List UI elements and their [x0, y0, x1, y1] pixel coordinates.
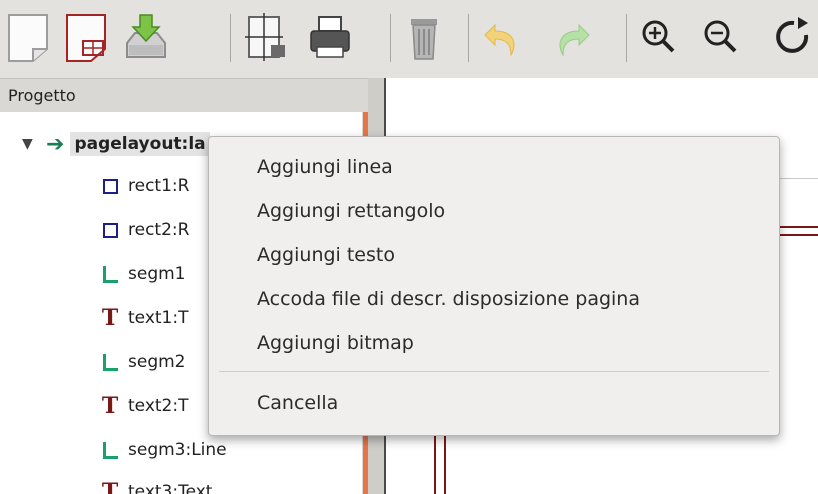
- tree-root-item[interactable]: ▼ ➔ pagelayout:la: [22, 124, 210, 164]
- delete-icon: [411, 19, 437, 60]
- arrow-right-icon: ➔: [46, 131, 65, 157]
- undo-button[interactable]: [474, 8, 530, 68]
- tree-item-label: segm2: [128, 352, 186, 372]
- new-page-icon: [8, 14, 48, 62]
- tree-item[interactable]: rect1:R: [100, 166, 189, 206]
- new-page-button[interactable]: [0, 8, 56, 68]
- load-button[interactable]: [118, 8, 174, 68]
- line-icon: [100, 440, 120, 460]
- tree-item[interactable]: T text2:T: [100, 386, 189, 426]
- rectangle-icon: [100, 220, 120, 240]
- text-icon: T: [101, 479, 119, 494]
- tree-item-label: text2:T: [128, 396, 189, 416]
- print-button[interactable]: [302, 8, 358, 68]
- page-setup-icon: [245, 13, 285, 61]
- undo-icon: [484, 23, 515, 57]
- page-setup-button[interactable]: [238, 8, 294, 68]
- rectangle-icon: [100, 176, 120, 196]
- zoom-out-button[interactable]: [692, 8, 748, 68]
- menu-item-add-bitmap[interactable]: Aggiungi bitmap: [257, 325, 414, 361]
- expander-down-icon[interactable]: ▼: [22, 136, 46, 152]
- menu-item-append-layout-file[interactable]: Accoda file di descr. disposizione pagin…: [257, 281, 640, 317]
- tree-item[interactable]: T text1:T: [100, 298, 189, 338]
- zoom-out-icon: [704, 20, 737, 53]
- tree-root-label: pagelayout:la: [70, 132, 210, 156]
- toolbar-separator: [230, 14, 231, 62]
- new-layout-icon: [66, 14, 106, 62]
- project-panel-title: Progetto: [0, 78, 370, 112]
- text-icon: T: [101, 305, 119, 331]
- tree-item-label: text3:Text: [128, 482, 213, 494]
- text-icon: T: [101, 393, 119, 419]
- new-layout-button[interactable]: [58, 8, 114, 68]
- context-menu: Aggiungi linea Aggiungi rettangolo Aggiu…: [208, 136, 780, 436]
- line-icon: [100, 352, 120, 372]
- tree-item-label: segm1: [128, 264, 186, 284]
- redo-icon: [559, 23, 590, 57]
- tree-item[interactable]: segm1: [100, 254, 185, 294]
- tree-item-label: segm3:Line: [128, 440, 227, 460]
- redraw-icon: [776, 17, 809, 53]
- menu-item-delete[interactable]: Cancella: [257, 385, 338, 421]
- delete-button[interactable]: [396, 8, 452, 68]
- menu-item-add-text[interactable]: Aggiungi testo: [257, 237, 395, 273]
- tree-item[interactable]: rect2:R: [100, 210, 189, 250]
- line-icon: [100, 264, 120, 284]
- redo-button[interactable]: [544, 8, 600, 68]
- menu-item-add-line[interactable]: Aggiungi linea: [257, 149, 393, 185]
- menu-item-add-rectangle[interactable]: Aggiungi rettangolo: [257, 193, 445, 229]
- zoom-in-icon: [642, 20, 675, 53]
- tree-item-label: rect2:R: [128, 220, 190, 240]
- zoom-in-button[interactable]: [630, 8, 686, 68]
- tree-item[interactable]: T text3:Text: [100, 472, 213, 494]
- redraw-button[interactable]: [768, 8, 818, 68]
- toolbar-separator: [468, 14, 469, 62]
- load-icon: [126, 14, 166, 58]
- print-icon: [310, 16, 350, 58]
- tree-item-label: text1:T: [128, 308, 189, 328]
- tree-item[interactable]: segm2: [100, 342, 185, 382]
- toolbar: [0, 0, 818, 78]
- menu-separator: [219, 371, 769, 372]
- tree-item-label: rect1:R: [128, 176, 190, 196]
- toolbar-separator: [390, 14, 391, 62]
- canvas-border-line: [778, 226, 818, 236]
- toolbar-separator: [626, 14, 627, 62]
- tree-item[interactable]: segm3:Line: [100, 430, 227, 470]
